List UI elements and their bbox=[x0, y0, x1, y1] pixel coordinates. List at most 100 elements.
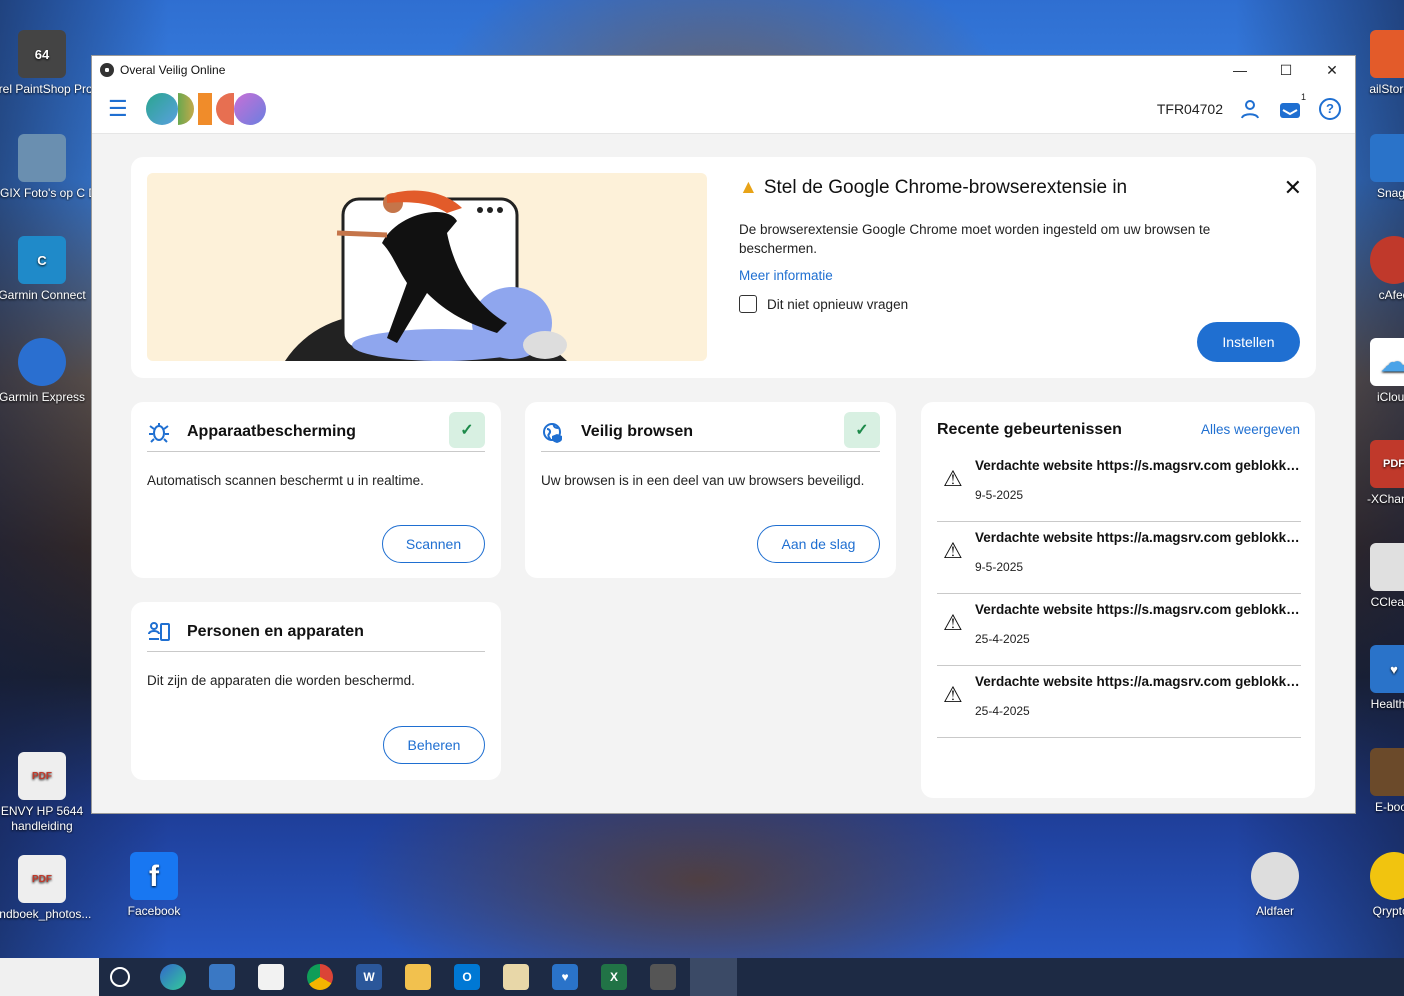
event-item[interactable]: ⚠ Verdachte website https://a.magsrv.com… bbox=[937, 666, 1305, 738]
title-bar[interactable]: Overal Veilig Online — ☐ ✕ bbox=[92, 56, 1355, 84]
close-banner-icon[interactable]: ✕ bbox=[1284, 175, 1302, 201]
desktop-icon-garmin-connect[interactable]: C Garmin Connect bbox=[0, 236, 92, 303]
desktop-icon-paintshop[interactable]: 64 orel PaintShop Pro X6 (64-bit) bbox=[0, 30, 92, 97]
window-title: Overal Veilig Online bbox=[120, 63, 226, 77]
warning-icon: ⚠ bbox=[943, 610, 963, 635]
devices-icon bbox=[147, 620, 171, 644]
dont-ask-again-checkbox[interactable]: Dit niet opnieuw vragen bbox=[739, 295, 908, 313]
notification-badge: 1 bbox=[1300, 91, 1306, 102]
menu-icon[interactable]: ☰ bbox=[108, 96, 128, 122]
taskbar: W O ♥ X bbox=[0, 958, 1404, 996]
event-text: Verdachte website https://a.magsrv.com g… bbox=[975, 674, 1305, 689]
device-protection-text: Automatisch scannen beschermt u in realt… bbox=[147, 473, 424, 488]
desktop-icon-handboek[interactable]: PDF andboek_photos... bbox=[0, 855, 92, 922]
device-protection-title: Apparaatbescherming bbox=[187, 422, 356, 440]
view-all-link[interactable]: Alles weergeven bbox=[1201, 422, 1300, 437]
mcafee-icon bbox=[1370, 236, 1404, 284]
get-started-button[interactable]: Aan de slag bbox=[757, 525, 880, 563]
running-woman-illustration bbox=[147, 173, 707, 361]
portrait-icon bbox=[1251, 852, 1299, 900]
close-window-button[interactable]: ✕ bbox=[1309, 56, 1355, 84]
app-window: Overal Veilig Online — ☐ ✕ ☰ TFR04702 1 … bbox=[91, 55, 1356, 814]
paintshop-icon: 64 bbox=[18, 30, 66, 78]
minimize-button[interactable]: — bbox=[1217, 56, 1263, 84]
people-devices-card: Personen en apparaten Dit zijn de appara… bbox=[131, 602, 501, 780]
store-icon[interactable] bbox=[258, 964, 284, 990]
recent-events-panel: Recente gebeurtenissen Alles weergeven ⚠… bbox=[921, 402, 1315, 798]
chrome-icon[interactable] bbox=[307, 964, 333, 990]
folder-icon[interactable] bbox=[405, 964, 431, 990]
mailstore-icon bbox=[1370, 30, 1404, 78]
desktop-icon-qryptonite[interactable]: Qrypton bbox=[1344, 852, 1404, 919]
event-date: 25-4-2025 bbox=[975, 632, 1030, 646]
warning-icon: ⚠ bbox=[943, 466, 963, 491]
facebook-icon: f bbox=[130, 852, 178, 900]
safe-browsing-title: Veilig browsen bbox=[581, 422, 694, 440]
event-text: Verdachte website https://s.magsrv.com g… bbox=[975, 458, 1305, 473]
overal-veilig-taskbar-icon[interactable] bbox=[690, 958, 737, 996]
banner-title: ▲ Stel de Google Chrome-browserextensie i… bbox=[739, 177, 1128, 198]
edge-icon[interactable] bbox=[160, 964, 186, 990]
shield-check-icon: ✓ bbox=[449, 412, 485, 448]
event-item[interactable]: ⚠ Verdachte website https://s.magsrv.com… bbox=[937, 450, 1305, 522]
chrome-extension-banner: ▲ Stel de Google Chrome-browserextensie i… bbox=[131, 157, 1316, 378]
garmin-connect-icon: C bbox=[18, 236, 66, 284]
event-item[interactable]: ⚠ Verdachte website https://a.magsrv.com… bbox=[937, 522, 1305, 594]
magix-icon bbox=[18, 134, 66, 182]
safe-browsing-card: Veilig browsen ✓ Uw browsen is in een de… bbox=[525, 402, 896, 578]
warning-icon: ▲ bbox=[739, 177, 758, 198]
pdf-icon: PDF bbox=[18, 855, 66, 903]
desktop-icon-envy-manual[interactable]: PDF ENVY HP 5644 handleiding bbox=[0, 752, 92, 834]
app-globe-icon bbox=[100, 63, 114, 77]
help-icon[interactable]: ? bbox=[1319, 97, 1341, 120]
setup-button[interactable]: Instellen bbox=[1197, 322, 1300, 362]
app-header: ☰ TFR04702 1 ? bbox=[92, 84, 1355, 134]
window-controls: — ☐ ✕ bbox=[1217, 56, 1355, 84]
pdf-icon: PDF bbox=[1370, 440, 1404, 488]
weather-app-icon[interactable] bbox=[209, 964, 235, 990]
globe-icon bbox=[18, 338, 66, 386]
books-icon bbox=[1370, 748, 1404, 796]
checkbox-box[interactable] bbox=[739, 295, 757, 313]
event-date: 9-5-2025 bbox=[975, 488, 1024, 502]
people-devices-text: Dit zijn de apparaten die worden bescher… bbox=[147, 673, 415, 688]
event-item[interactable]: ⚠ Verdachte website https://s.magsrv.com… bbox=[937, 594, 1305, 666]
event-date: 25-4-2025 bbox=[975, 704, 1030, 718]
event-text: Verdachte website https://a.magsrv.com g… bbox=[975, 530, 1305, 545]
warning-icon: ⚠ bbox=[943, 682, 963, 707]
safe-browsing-text: Uw browsen is in een deel van uw browser… bbox=[541, 473, 865, 488]
banner-description: De browserextensie Google Chrome moet wo… bbox=[739, 222, 1211, 256]
ccleaner-icon bbox=[1370, 543, 1404, 591]
outlook-icon[interactable]: O bbox=[454, 964, 480, 990]
files-icon[interactable] bbox=[503, 964, 529, 990]
desktop-icon-aldfaer[interactable]: Aldfaer bbox=[1225, 852, 1325, 919]
maximize-button[interactable]: ☐ bbox=[1263, 56, 1309, 84]
bug-icon bbox=[147, 420, 171, 444]
people-devices-title: Personen en apparaten bbox=[187, 622, 364, 640]
qrypton-icon bbox=[1370, 852, 1404, 900]
excel-icon[interactable]: X bbox=[601, 964, 627, 990]
device-protection-card: Apparaatbescherming ✓ Automatisch scanne… bbox=[131, 402, 501, 578]
cortana-icon[interactable] bbox=[110, 967, 130, 987]
scan-button[interactable]: Scannen bbox=[382, 525, 485, 563]
desktop-icon-facebook[interactable]: f Facebook bbox=[104, 852, 204, 919]
brand-logo bbox=[146, 92, 266, 125]
manage-button[interactable]: Beheren bbox=[383, 726, 485, 764]
user-icon[interactable] bbox=[1239, 98, 1261, 120]
taskbar-search-box[interactable] bbox=[0, 958, 99, 996]
word-icon[interactable]: W bbox=[356, 964, 382, 990]
snagit-icon bbox=[1370, 134, 1404, 182]
cloud-icon: ☁ bbox=[1370, 338, 1404, 386]
heartbeat-icon[interactable]: ♥ bbox=[552, 964, 578, 990]
desktop-icon-magix[interactable]: AGIX Foto's op C DVD 10 Deluxe bbox=[0, 134, 92, 201]
shield-check-icon: ✓ bbox=[844, 412, 880, 448]
event-text: Verdachte website https://s.magsrv.com g… bbox=[975, 602, 1305, 617]
heartbeat-icon: ♥ bbox=[1370, 645, 1404, 693]
globe-shield-icon bbox=[541, 420, 565, 444]
desktop-icon-garmin-express[interactable]: Garmin Express bbox=[0, 338, 92, 405]
recent-events-title: Recente gebeurtenissen bbox=[937, 421, 1122, 438]
notifications-icon[interactable]: 1 bbox=[1279, 92, 1306, 120]
more-info-link[interactable]: Meer informatie bbox=[739, 268, 833, 283]
account-id: TFR04702 bbox=[1156, 100, 1223, 117]
portrait-app-icon[interactable] bbox=[650, 964, 676, 990]
